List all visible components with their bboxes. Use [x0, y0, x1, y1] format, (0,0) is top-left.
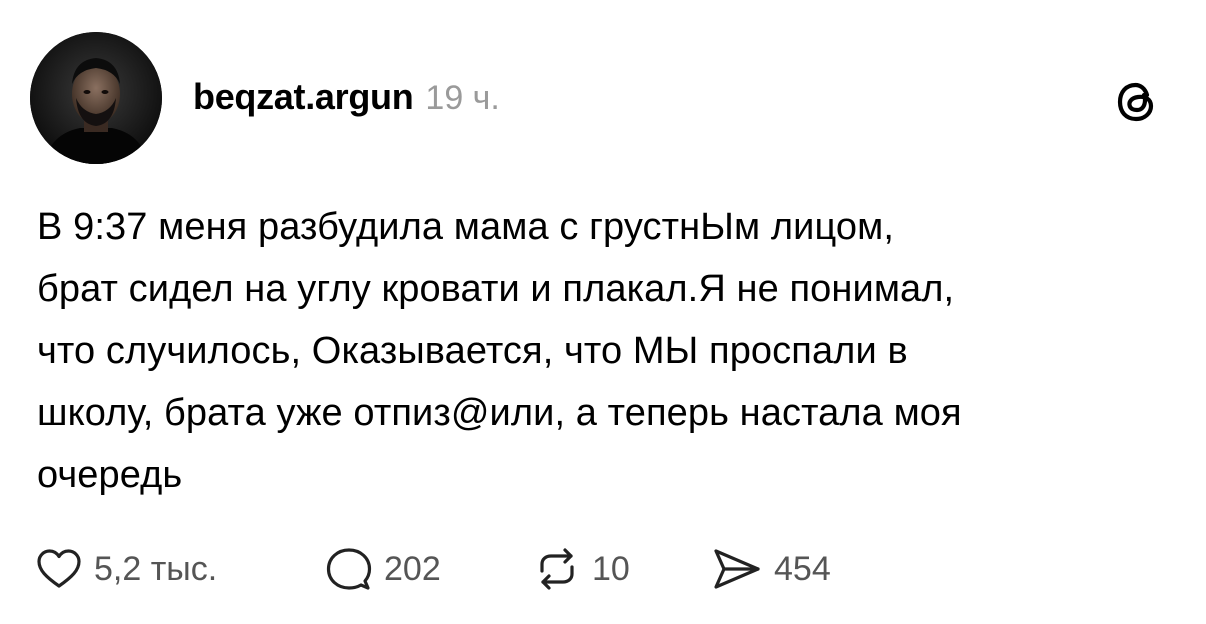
- send-icon: [712, 547, 762, 591]
- threads-post: beqzat.argun 19 ч. В 9:37 меня разбудила…: [0, 0, 1206, 624]
- speech-bubble-icon: [326, 547, 372, 591]
- like-count: 5,2 тыс.: [94, 549, 218, 588]
- threads-logo-icon[interactable]: [1112, 78, 1160, 126]
- reply-count: 202: [384, 549, 441, 588]
- like-button[interactable]: 5,2 тыс.: [36, 548, 326, 590]
- post-timestamp: 19 ч.: [425, 79, 500, 117]
- share-button[interactable]: 454: [712, 547, 831, 591]
- repost-icon: [534, 547, 580, 591]
- post-text-line: школу, брата уже отпиз@или, а теперь нас…: [37, 392, 962, 434]
- username-link[interactable]: beqzat.argun: [193, 76, 414, 118]
- avatar[interactable]: [30, 32, 162, 164]
- post-text-line: брат сидел на углу кровати и плакал.Я не…: [37, 268, 955, 310]
- post-text-line: очередь: [37, 454, 183, 496]
- repost-button[interactable]: 10: [534, 547, 712, 591]
- share-count: 454: [774, 549, 831, 588]
- post-text-line: что случилось, Оказывается, что МЫ просп…: [37, 330, 908, 372]
- repost-count: 10: [592, 549, 630, 588]
- post-text-line: В 9:37 меня разбудила мама с грустнЫм ли…: [37, 206, 895, 248]
- avatar-photo: [30, 32, 162, 164]
- heart-icon: [36, 548, 82, 590]
- reply-button[interactable]: 202: [326, 547, 534, 591]
- post-header: beqzat.argun 19 ч.: [193, 76, 500, 124]
- action-bar: 5,2 тыс. 202 10 454: [36, 537, 831, 601]
- post-body: В 9:37 меня разбудила мама с грустнЫм ли…: [37, 196, 1177, 506]
